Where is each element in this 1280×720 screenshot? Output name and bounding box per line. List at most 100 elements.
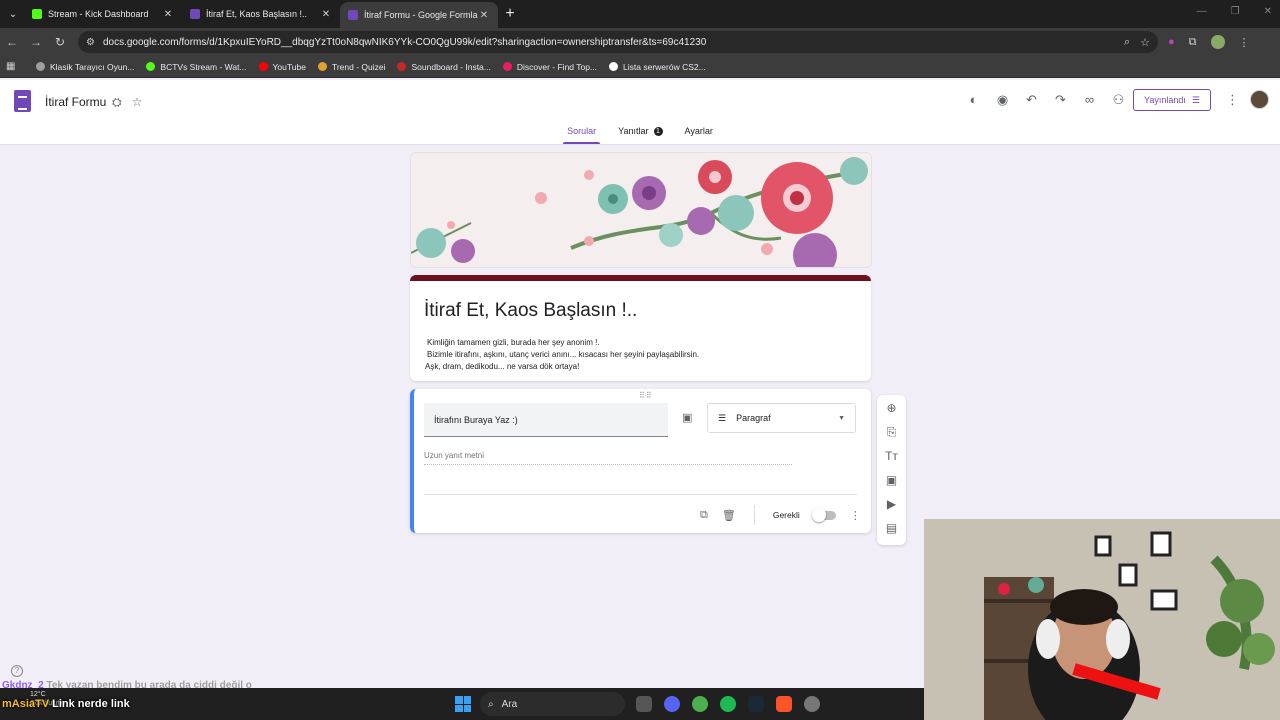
brave-icon[interactable] xyxy=(776,696,792,712)
star-icon[interactable]: ☆ xyxy=(132,95,143,110)
form-description[interactable]: Kimliğin tamamen gizli, burada her şey a… xyxy=(425,337,700,373)
divider xyxy=(753,505,755,525)
webcam-overlay xyxy=(924,519,1280,720)
address-toolbar: ← → ↻ ⚙ docs.google.com/forms/d/1KpxuIEY… xyxy=(0,28,1280,56)
browser-tab-kick[interactable]: Stream - Kick Dashboard ✕ xyxy=(24,0,182,28)
form-title-card[interactable]: İtiraf Et, Kaos Başlasın !.. Kimliğin ta… xyxy=(410,275,871,381)
more-options-icon[interactable]: ⋮ xyxy=(1226,92,1239,108)
windows-taskbar: 12°C Çok bulutlu ⌕ Ara xyxy=(0,688,924,720)
file-explorer-icon[interactable] xyxy=(636,696,652,712)
close-tab-icon[interactable]: ✕ xyxy=(162,9,174,20)
add-image-icon[interactable]: ▣ xyxy=(886,473,897,487)
chrome-icon[interactable] xyxy=(692,696,708,712)
taskbar-search[interactable]: ⌕ Ara xyxy=(480,692,625,716)
bookmark-favicon-icon xyxy=(36,62,45,71)
publish-button[interactable]: Yayınlandı ☰ xyxy=(1133,89,1211,111)
spotify-icon[interactable] xyxy=(720,696,736,712)
palette-icon[interactable]: ◐ xyxy=(966,92,981,108)
import-questions-icon[interactable]: ⎘ xyxy=(887,425,897,439)
maximize-icon[interactable]: ❐ xyxy=(1231,6,1240,17)
browser-tab-strip: ⌄ Stream - Kick Dashboard ✕ İtiraf Et, K… xyxy=(0,0,1280,28)
google-forms-logo-icon[interactable] xyxy=(14,90,31,112)
windows-start-icon[interactable] xyxy=(455,696,471,712)
add-title-icon[interactable]: Tт xyxy=(885,449,898,463)
site-info-icon[interactable]: ⚙ xyxy=(86,37,95,48)
bookmark-item[interactable]: Discover - Find Top... xyxy=(502,62,597,72)
close-tab-icon[interactable]: ✕ xyxy=(320,9,332,20)
close-tab-icon[interactable]: ✕ xyxy=(478,10,490,21)
bookmark-item[interactable]: Klasik Tarayıcı Oyun... xyxy=(36,62,134,72)
add-collaborator-icon[interactable]: ⚇ xyxy=(1111,92,1126,108)
bookmark-favicon-icon xyxy=(146,62,156,71)
tab-responses[interactable]: Yanıtlar 1 xyxy=(614,126,666,144)
chat-text: Link nerde link xyxy=(52,698,130,710)
move-to-folder-icon[interactable]: ⛭ xyxy=(112,95,122,110)
reload-icon[interactable]: ↻ xyxy=(48,35,72,49)
bookmark-item[interactable]: YouTube xyxy=(258,62,306,72)
paragraph-icon: ☰ xyxy=(718,412,727,423)
bookmark-item[interactable]: BCTVs Stream - Wat... xyxy=(146,62,247,72)
undo-icon[interactable]: ↶ xyxy=(1024,92,1039,108)
browser-tab-form-preview[interactable]: İtiraf Et, Kaos Başlasın !.. ✕ xyxy=(182,0,340,28)
bookmark-favicon-icon xyxy=(502,62,512,71)
tab-title: Stream - Kick Dashboard xyxy=(48,9,149,19)
add-section-icon[interactable]: ▤ xyxy=(886,521,897,535)
form-title[interactable]: İtiraf Et, Kaos Başlasın !.. xyxy=(424,300,637,322)
tab-questions[interactable]: Sorular xyxy=(563,126,601,144)
bookmark-favicon-icon xyxy=(397,62,407,71)
search-icon: ⌕ xyxy=(488,698,494,710)
discord-icon[interactable] xyxy=(664,696,680,712)
bookmark-star-icon[interactable]: ☆ xyxy=(1140,36,1150,49)
zoom-icon[interactable]: ⌕ xyxy=(1124,36,1130,49)
link-icon[interactable]: ∞ xyxy=(1082,92,1097,108)
help-icon[interactable]: ? xyxy=(11,665,23,677)
question-more-icon[interactable]: ⋮ xyxy=(850,509,861,522)
bookmark-item[interactable]: Lista serwerów CS2... xyxy=(609,62,706,72)
question-title-input[interactable]: İtirafını Buraya Yaz :) xyxy=(424,403,668,437)
divider xyxy=(424,494,857,495)
chat-message: mAsiaTV Link nerde link xyxy=(2,698,130,710)
url-bar[interactable]: ⚙ docs.google.com/forms/d/1KpxuIEYoRD__d… xyxy=(78,31,1158,53)
apps-grid-icon[interactable]: ▦ xyxy=(6,61,24,72)
browser-tab-form-edit[interactable]: İtiraf Formu - Google Formlar ✕ xyxy=(340,2,498,28)
browser-menu-icon[interactable]: ⋮ xyxy=(1239,36,1250,49)
add-video-icon[interactable]: ▶ xyxy=(887,497,896,511)
back-icon[interactable]: ← xyxy=(0,35,24,49)
bookmarks-bar: ▦ Klasik Tarayıcı Oyun... BCTVs Stream -… xyxy=(0,56,1280,78)
question-type-select[interactable]: ☰ Paragraf ▼ xyxy=(707,403,856,433)
obs-icon[interactable] xyxy=(804,696,820,712)
required-label: Gerekli xyxy=(772,510,800,520)
question-card[interactable]: ⠿⠿ İtirafını Buraya Yaz :) ▣ ☰ Paragraf … xyxy=(410,389,871,533)
duplicate-icon[interactable]: ⧉ xyxy=(700,509,708,522)
tab-settings[interactable]: Ayarlar xyxy=(681,126,717,144)
add-image-icon[interactable]: ▣ xyxy=(682,411,692,424)
account-avatar[interactable] xyxy=(1250,90,1269,109)
extension-icon[interactable]: ● xyxy=(1168,36,1175,48)
dropdown-arrow-icon: ▼ xyxy=(838,414,845,422)
tab-title: İtiraf Formu - Google Formlar xyxy=(364,10,478,20)
minimize-icon[interactable]: — xyxy=(1197,6,1207,17)
forward-icon[interactable]: → xyxy=(24,35,48,49)
extensions-puzzle-icon[interactable]: ⧉ xyxy=(1189,36,1197,49)
description-line: Bizimle itirafını, aşkını, utanç verici … xyxy=(427,350,700,359)
tab-search-icon[interactable]: ⌄ xyxy=(2,3,24,25)
url-text[interactable]: docs.google.com/forms/d/1KpxuIEYoRD__dbq… xyxy=(103,37,1114,48)
youtube-icon xyxy=(258,62,268,71)
steam-icon[interactable] xyxy=(748,696,764,712)
bookmark-item[interactable]: Trend - Quizei xyxy=(317,62,385,72)
document-title[interactable]: İtiraf Formu xyxy=(45,95,106,109)
delete-icon[interactable]: 🗑 xyxy=(722,509,736,522)
description-line: Kimliğin tamamen gizli, burada her şey a… xyxy=(427,338,600,347)
close-window-icon[interactable]: ✕ xyxy=(1264,6,1272,17)
publish-label: Yayınlandı xyxy=(1144,95,1186,105)
publish-settings-icon: ☰ xyxy=(1191,94,1200,105)
form-header-image[interactable] xyxy=(410,152,872,268)
new-tab-button[interactable]: + xyxy=(498,5,522,23)
drag-handle-icon[interactable]: ⠿⠿ xyxy=(639,391,653,400)
add-question-icon[interactable]: ⊕ xyxy=(886,401,896,415)
preview-eye-icon[interactable]: ◉ xyxy=(995,92,1010,108)
redo-icon[interactable]: ↷ xyxy=(1053,92,1068,108)
required-toggle[interactable] xyxy=(811,507,836,522)
bookmark-item[interactable]: Soundboard - Insta... xyxy=(397,62,491,72)
profile-avatar[interactable] xyxy=(1210,35,1225,49)
